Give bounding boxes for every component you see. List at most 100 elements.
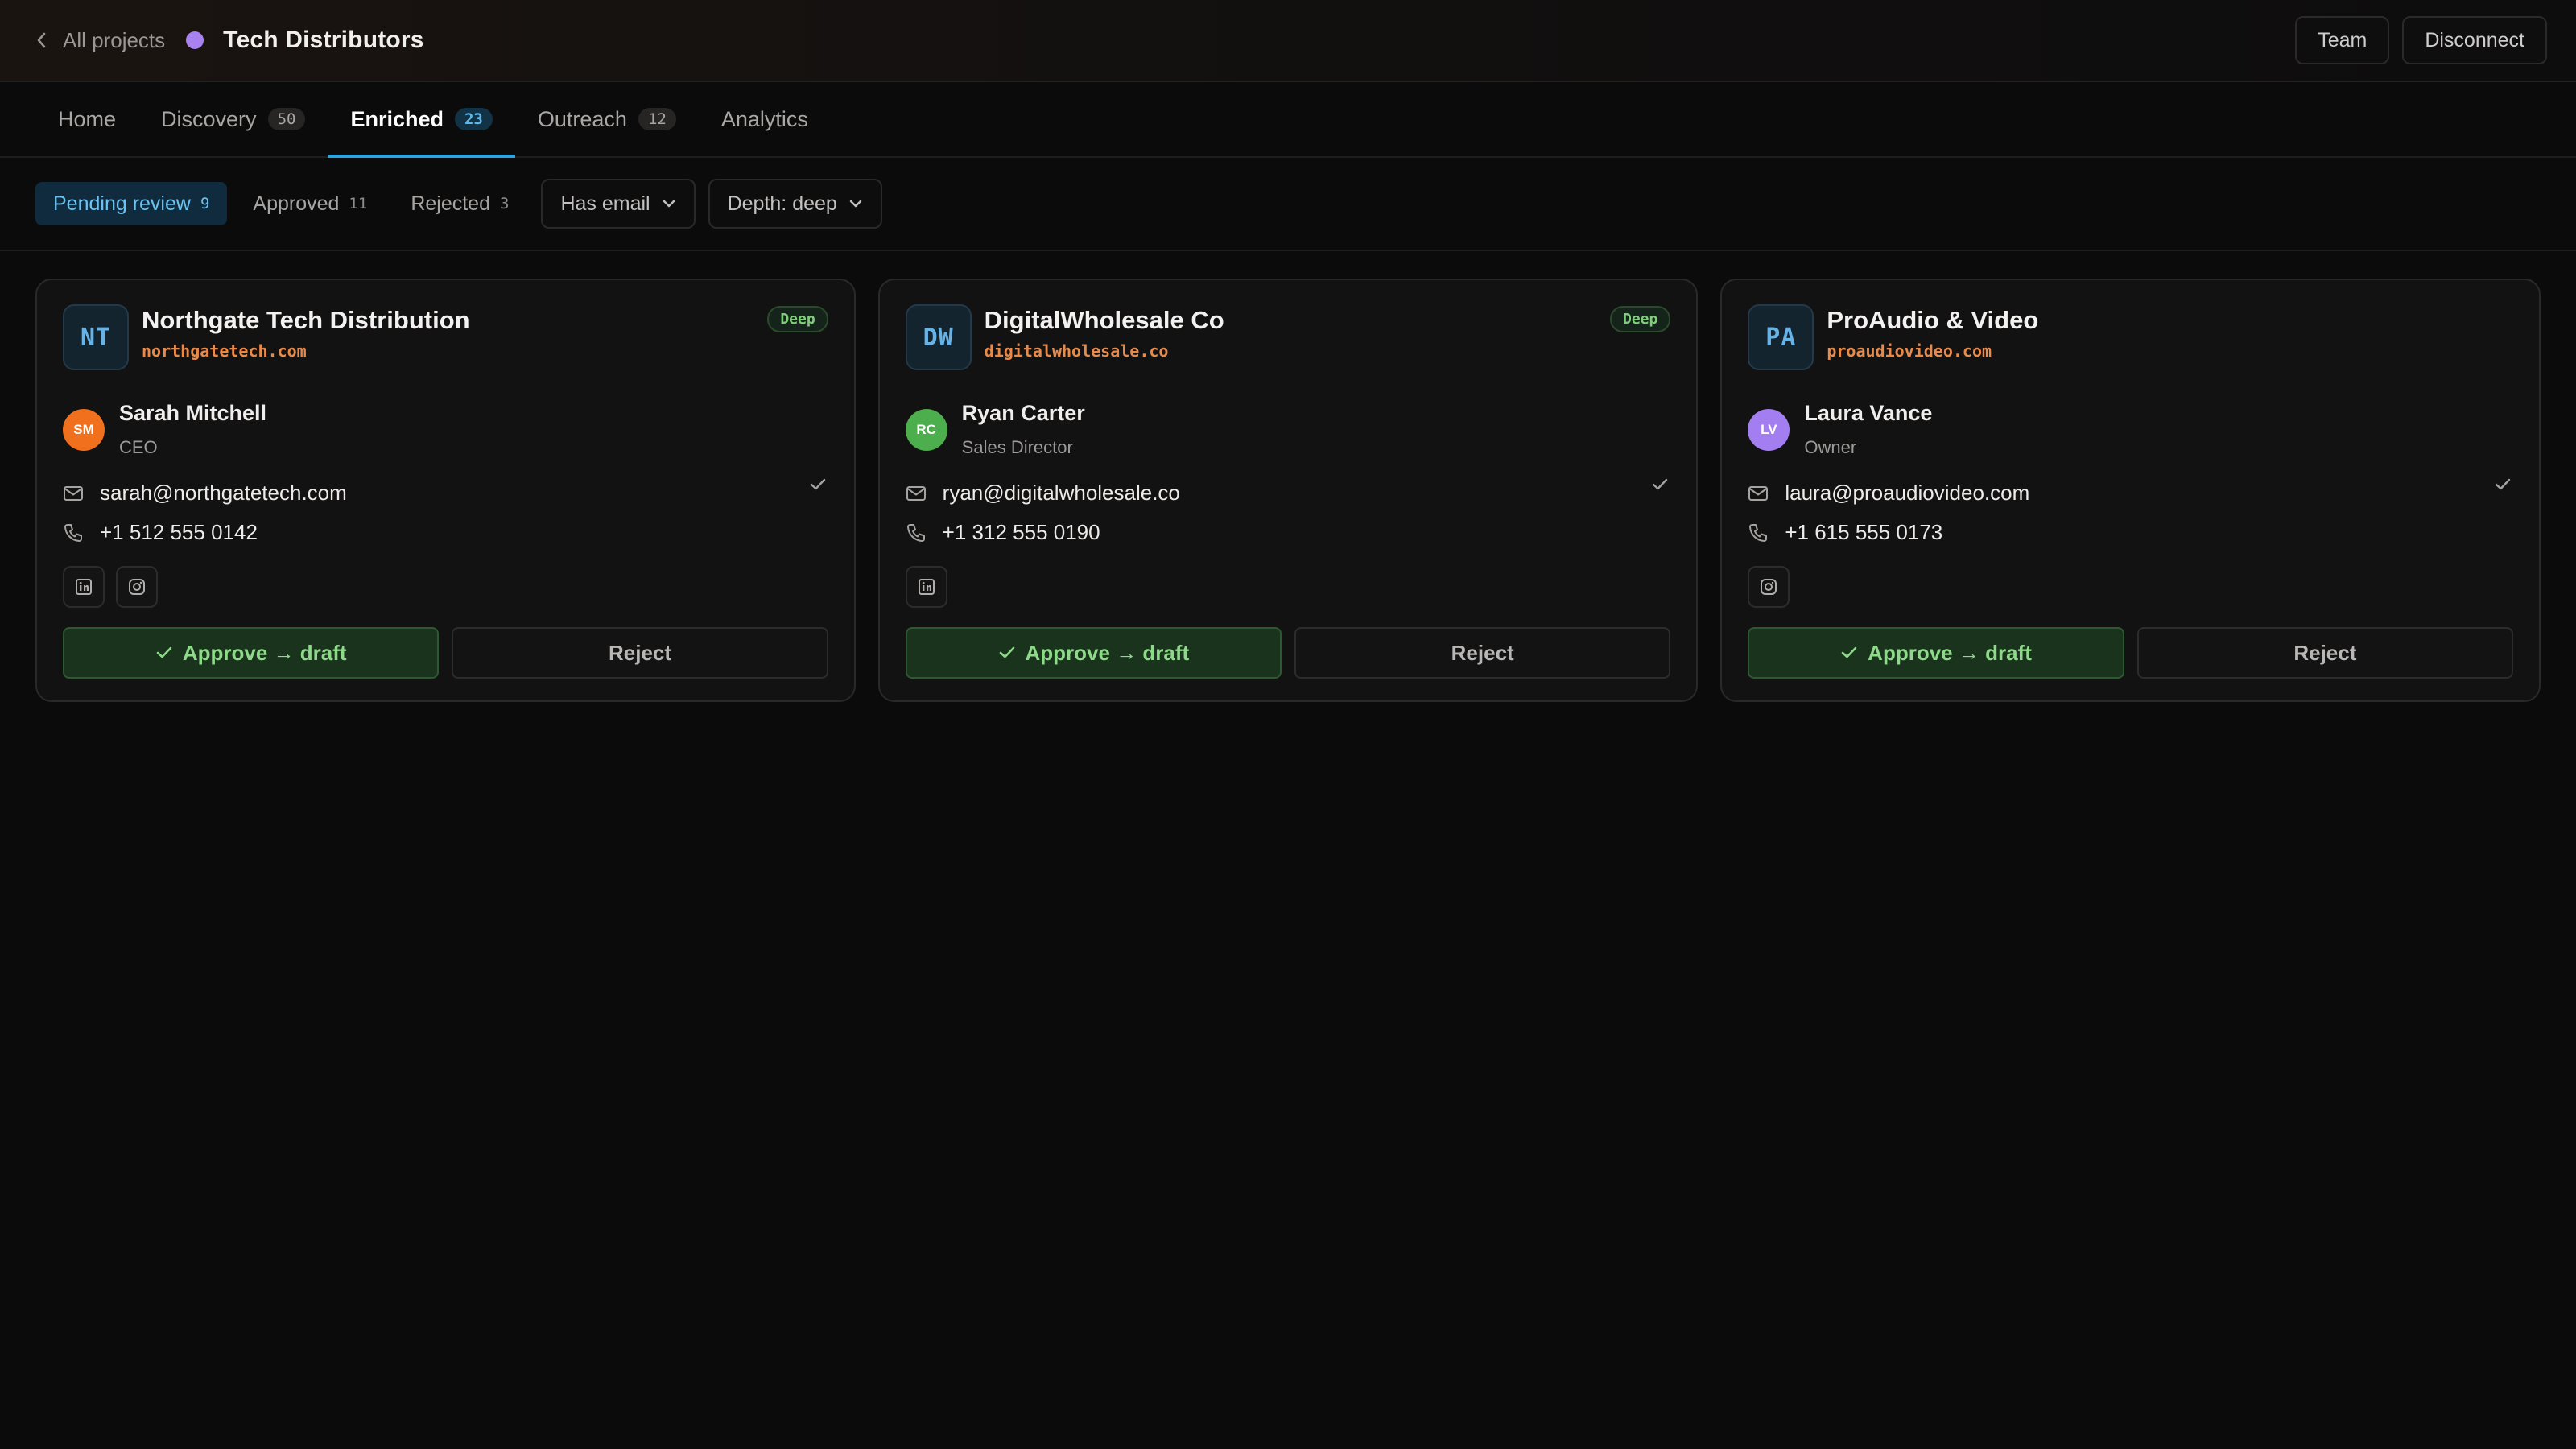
dropdown-label: Has email	[560, 192, 650, 215]
team-button[interactable]: Team	[2295, 16, 2390, 64]
company-name: ProAudio & Video	[1827, 306, 2039, 334]
person-name: Sarah Mitchell	[119, 401, 267, 425]
depth-badge: Deep	[1609, 306, 1671, 332]
email-value[interactable]: laura@proaudiovideo.com	[1785, 481, 2029, 506]
chevron-left-icon	[37, 32, 46, 48]
card-header: DW DigitalWholesale Co digitalwholesale.…	[905, 304, 1671, 370]
linkedin-icon	[918, 579, 935, 595]
tab-enriched[interactable]: Enriched 23	[328, 82, 516, 158]
linkedin-icon	[76, 579, 92, 595]
phone-value[interactable]: +1 615 555 0173	[1785, 520, 1942, 545]
phone-icon	[1749, 523, 1768, 542]
phone-icon	[906, 523, 925, 542]
card-actions: Approve → draft Reject	[905, 627, 1671, 679]
disconnect-button[interactable]: Disconnect	[2402, 16, 2547, 64]
tab-label: Discovery	[161, 106, 257, 131]
avatar: LV	[1748, 409, 1790, 451]
company-domain-link[interactable]: northgatetech.com	[142, 341, 470, 361]
back-to-projects-link[interactable]: All projects	[35, 28, 165, 53]
chevron-down-icon	[663, 200, 675, 208]
reject-button[interactable]: Reject	[452, 627, 828, 679]
filter-label: Rejected	[411, 192, 490, 215]
approve-draft-button[interactable]: Approve → draft	[1748, 627, 2124, 679]
tab-discovery[interactable]: Discovery 50	[138, 82, 328, 156]
mail-icon	[906, 485, 926, 501]
linkedin-link[interactable]	[905, 566, 947, 608]
email-row: sarah@northgatetech.com	[63, 478, 828, 506]
tab-count-badge: 23	[454, 108, 493, 130]
company-domain-link[interactable]: proaudiovideo.com	[1827, 341, 2038, 361]
filter-label: Approved	[253, 192, 340, 215]
top-actions: Team Disconnect	[2295, 16, 2547, 64]
approve-label: Approve → draft	[1025, 640, 1190, 665]
depth-badge: Deep	[767, 306, 828, 332]
check-icon	[1653, 478, 1668, 490]
phone-row: +1 615 555 0173	[1748, 520, 2513, 545]
project-color-dot	[186, 31, 204, 49]
avatar: SM	[63, 409, 105, 451]
check-icon	[2495, 478, 2511, 490]
tab-home[interactable]: Home	[35, 82, 138, 156]
person-name: Ryan Carter	[961, 401, 1085, 425]
tab-label: Analytics	[720, 106, 808, 131]
filter-approved[interactable]: Approved 11	[235, 182, 385, 225]
check-icon	[999, 646, 1014, 658]
company-card: NT Northgate Tech Distribution northgate…	[35, 279, 856, 702]
reject-button[interactable]: Reject	[2136, 627, 2514, 679]
tab-label: Home	[58, 106, 117, 131]
phone-value[interactable]: +1 512 555 0142	[100, 520, 258, 545]
card-actions: Approve → draft Reject	[1748, 627, 2514, 679]
has-email-dropdown[interactable]: Has email	[541, 179, 696, 229]
email-row: ryan@digitalwholesale.co	[906, 478, 1671, 506]
social-links	[63, 566, 828, 608]
depth-dropdown[interactable]: Depth: deep	[708, 179, 882, 229]
person-role: CEO	[119, 437, 158, 457]
tab-analytics[interactable]: Analytics	[699, 82, 831, 156]
tab-label: Outreach	[537, 106, 627, 131]
tab-count-badge: 12	[638, 108, 676, 130]
chevron-down-icon	[849, 200, 862, 208]
breadcrumb: All projects Tech Distributors	[35, 27, 424, 54]
instagram-link[interactable]	[116, 566, 158, 608]
filter-bar: Pending review 9 Approved 11 Rejected 3 …	[0, 158, 2576, 251]
filter-count: 11	[349, 195, 368, 213]
company-logo: DW	[905, 304, 972, 370]
reject-button[interactable]: Reject	[1294, 627, 1671, 679]
card-header: NT Northgate Tech Distribution northgate…	[63, 304, 828, 370]
social-links	[1748, 566, 2513, 608]
instagram-link[interactable]	[1748, 566, 1790, 608]
approve-draft-button[interactable]: Approve → draft	[63, 627, 440, 679]
top-bar: All projects Tech Distributors Team Disc…	[0, 0, 2576, 82]
company-card: PA ProAudio & Video proaudiovideo.com LV…	[1720, 279, 2541, 702]
person-role: Owner	[1804, 437, 1857, 457]
email-value[interactable]: sarah@northgatetech.com	[100, 481, 347, 506]
company-logo: PA	[1748, 304, 1814, 370]
company-name: DigitalWholesale Co	[984, 306, 1224, 334]
tab-count-badge: 50	[267, 108, 306, 130]
check-icon	[810, 478, 825, 490]
phone-icon	[64, 523, 82, 542]
company-domain-link[interactable]: digitalwholesale.co	[985, 341, 1224, 361]
contact-person: SM Sarah Mitchell CEO	[63, 401, 828, 458]
approve-draft-button[interactable]: Approve → draft	[905, 627, 1282, 679]
phone-value[interactable]: +1 312 555 0190	[943, 520, 1100, 545]
filter-pending-review[interactable]: Pending review 9	[35, 182, 228, 225]
person-role: Sales Director	[961, 437, 1073, 457]
contact-person: LV Laura Vance Owner	[1748, 401, 2513, 458]
filter-rejected[interactable]: Rejected 3	[393, 182, 526, 225]
filter-count: 9	[200, 195, 210, 213]
contact-person: RC Ryan Carter Sales Director	[905, 401, 1671, 458]
mail-icon	[1748, 485, 1769, 501]
email-row: laura@proaudiovideo.com	[1748, 478, 2513, 506]
tab-outreach[interactable]: Outreach 12	[515, 82, 699, 156]
check-icon	[1841, 646, 1857, 658]
linkedin-link[interactable]	[63, 566, 105, 608]
company-logo: NT	[63, 304, 129, 370]
tab-bar: Home Discovery 50 Enriched 23 Outreach 1…	[0, 82, 2576, 158]
mail-icon	[64, 485, 83, 501]
dropdown-label: Depth: deep	[727, 192, 837, 215]
social-links	[905, 566, 1671, 608]
phone-row: +1 312 555 0190	[906, 520, 1671, 545]
enriched-cards-grid: NT Northgate Tech Distribution northgate…	[0, 251, 2576, 702]
email-value[interactable]: ryan@digitalwholesale.co	[943, 481, 1180, 506]
